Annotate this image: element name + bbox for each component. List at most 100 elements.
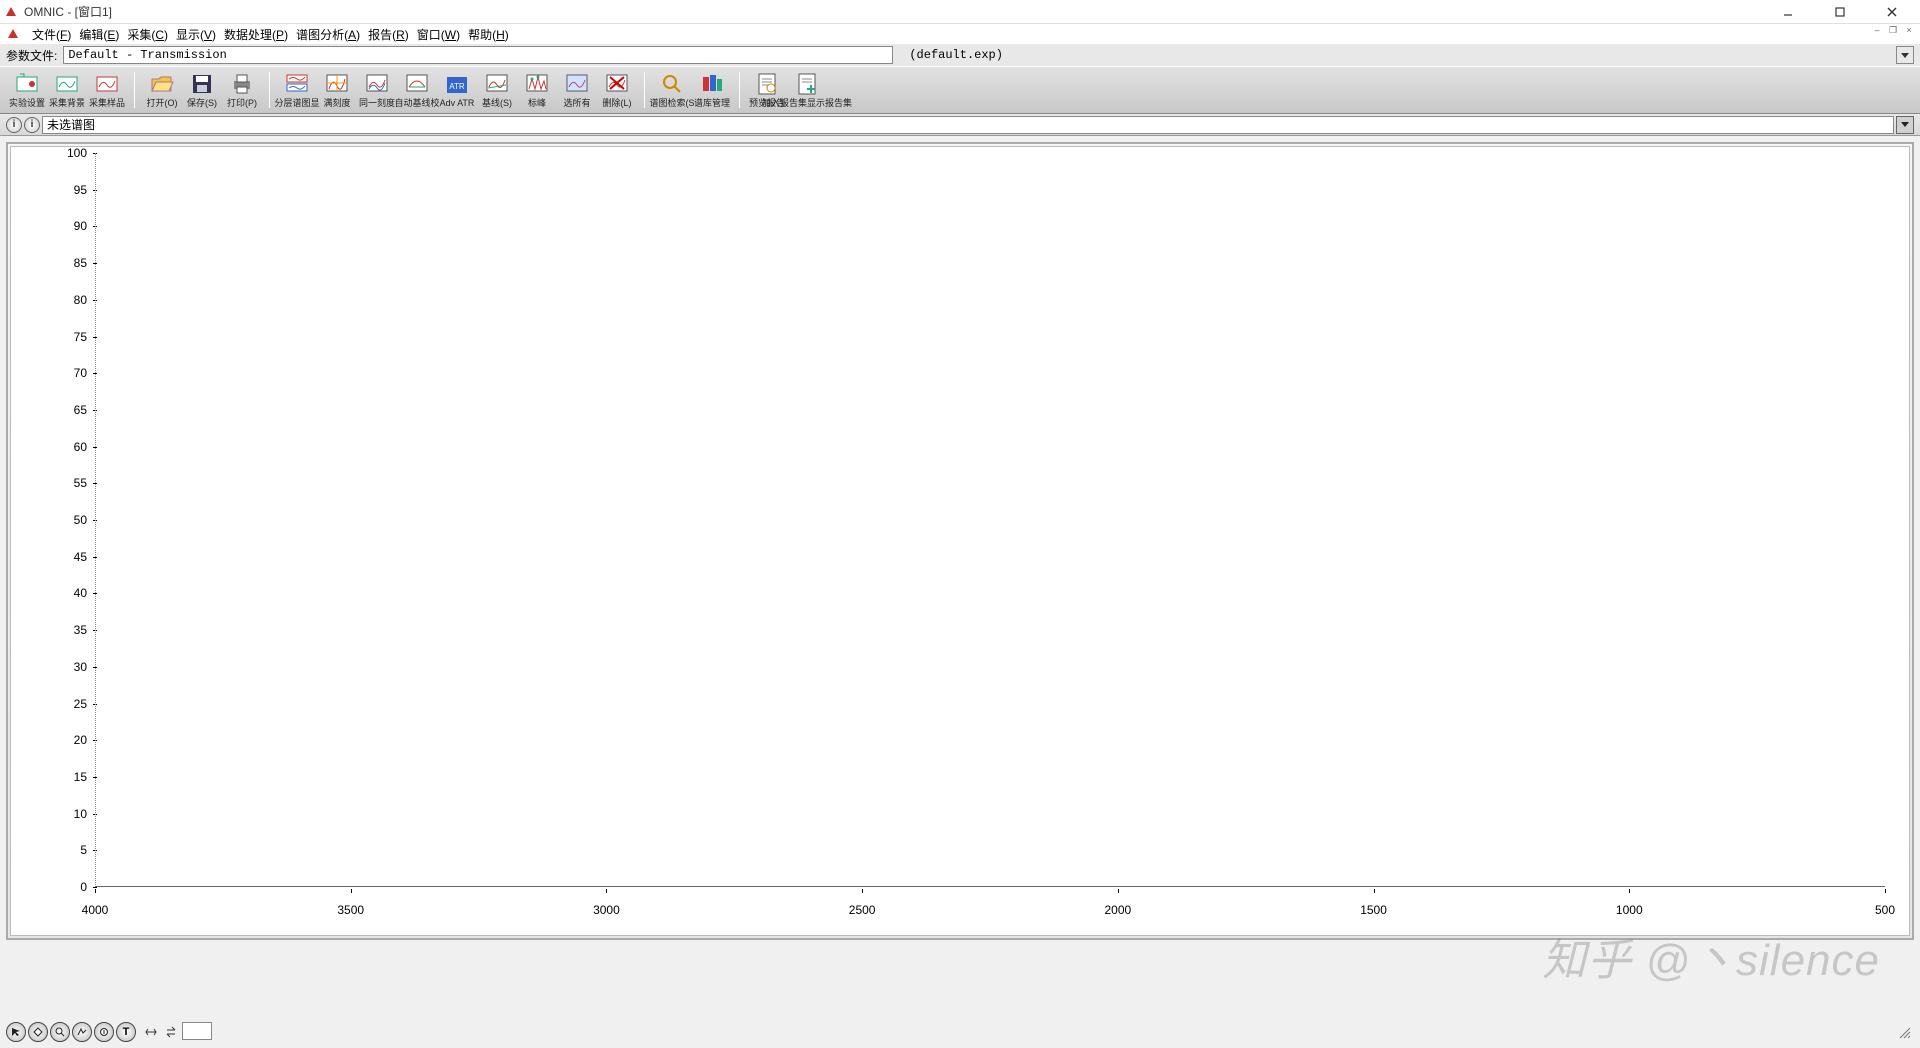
collect-background-icon <box>54 71 80 95</box>
range-swap[interactable] <box>162 1022 180 1042</box>
toolbar-separator <box>269 72 270 108</box>
common-scale-icon <box>364 71 390 95</box>
y-tick-mark <box>93 887 97 888</box>
open-button[interactable]: 打开(O) <box>143 69 181 111</box>
range-expand[interactable] <box>142 1022 160 1042</box>
y-tick-label: 75 <box>17 330 87 344</box>
menu-e[interactable]: 编辑(E) <box>75 26 123 44</box>
main-toolbar: 实验设置采集背景采集样品 打开(O) 保存(S) 打印(P) 分层谱图显满刻度同一刻度自… <box>0 66 1920 114</box>
select-all-icon <box>564 71 590 95</box>
menu-bar: 文件(F)编辑(E)采集(C)显示(V)数据处理(P)谱图分析(A)报告(R)窗… <box>0 24 1920 44</box>
menu-h[interactable]: 帮助(H) <box>464 26 513 44</box>
auto-baseline-button[interactable]: 自动基线校 <box>398 69 436 111</box>
mdi-restore[interactable]: ❐ <box>1886 24 1900 36</box>
menu-v[interactable]: 显示(V) <box>172 26 220 44</box>
save-button[interactable]: 保存(S) <box>183 69 221 111</box>
y-tick-label: 35 <box>17 623 87 637</box>
info-prev-button[interactable]: i <box>6 117 22 133</box>
menu-r[interactable]: 报告(R) <box>364 26 413 44</box>
resize-handle[interactable] <box>1896 1024 1916 1044</box>
y-tick-label: 50 <box>17 513 87 527</box>
range-value[interactable] <box>182 1022 212 1040</box>
text-tool[interactable]: T <box>116 1022 136 1042</box>
print-button[interactable]: 打印(P) <box>223 69 261 111</box>
x-tick-label: 500 <box>1875 903 1895 917</box>
adv-atr-button[interactable]: ATRAdv ATR <box>438 71 476 110</box>
experiment-setup-button[interactable]: 实验设置 <box>8 69 46 111</box>
menu-a[interactable]: 谱图分析(A) <box>292 26 364 44</box>
toolbar-label: 分层谱图显 <box>275 96 320 109</box>
spectrum-title-input[interactable] <box>42 116 1894 134</box>
toolbar-label: 谱库管理 <box>694 96 730 109</box>
toolbar-label: 保存(S) <box>187 96 217 109</box>
x-tick-label: 1500 <box>1360 903 1387 917</box>
x-tick-mark <box>1374 889 1375 893</box>
collect-background-button[interactable]: 采集背景 <box>48 69 86 111</box>
toolbar-label: 选所有 <box>563 96 590 109</box>
toolbar-label: 删除(L) <box>603 96 632 109</box>
stacked-overlay-button[interactable]: 分层谱图显 <box>278 69 316 111</box>
maximize-button[interactable] <box>1826 2 1854 22</box>
x-tick-mark <box>1629 889 1630 893</box>
region-tool[interactable] <box>28 1022 48 1042</box>
y-tick-label: 95 <box>17 183 87 197</box>
minimize-button[interactable] <box>1774 2 1802 22</box>
chart-frame: 0510152025303540455055606570758085909510… <box>6 142 1914 940</box>
y-tick-label: 85 <box>17 256 87 270</box>
annotation-tool[interactable] <box>94 1022 114 1042</box>
menu-p[interactable]: 数据处理(P) <box>220 26 292 44</box>
toolbar-label: 同一刻度 <box>359 96 395 109</box>
mdi-close[interactable]: × <box>1902 24 1916 36</box>
baseline-icon <box>484 71 510 95</box>
common-scale-button[interactable]: 同一刻度 <box>358 69 396 111</box>
toolbar-label: 实验设置 <box>9 96 45 109</box>
close-button[interactable] <box>1878 2 1906 22</box>
peak-tool[interactable] <box>72 1022 92 1042</box>
param-file-input[interactable] <box>63 46 893 64</box>
info-next-button[interactable]: i <box>24 117 40 133</box>
zoom-tool[interactable] <box>50 1022 70 1042</box>
library-manage-button[interactable]: 谱库管理 <box>693 69 731 111</box>
svg-text:ATR: ATR <box>449 82 465 91</box>
param-dropdown[interactable] <box>1896 46 1914 64</box>
toolbar-label: 采集背景 <box>49 96 85 109</box>
app-icon-small <box>6 27 20 41</box>
collect-sample-button[interactable]: 采集样品 <box>88 69 126 111</box>
auto-baseline-icon <box>404 71 430 95</box>
window-title: OMNIC - [窗口1] <box>24 3 112 20</box>
pointer-tool[interactable] <box>6 1022 26 1042</box>
spectrum-title-dropdown[interactable] <box>1896 116 1914 134</box>
experiment-setup-icon <box>14 71 40 95</box>
y-tick-label: 100 <box>17 146 87 160</box>
find-peaks-button[interactable]: 标峰 <box>518 69 556 111</box>
chevron-down-icon <box>1901 122 1909 127</box>
x-tick-mark <box>95 889 96 893</box>
full-scale-button[interactable]: 满刻度 <box>318 69 356 111</box>
y-tick-label: 10 <box>17 807 87 821</box>
x-axis: 4000350030002500200015001000500 <box>95 889 1885 935</box>
full-scale-icon <box>324 71 350 95</box>
y-tick-label: 15 <box>17 770 87 784</box>
select-all-button[interactable]: 选所有 <box>558 69 596 111</box>
exp-filename: (default.exp) <box>899 48 1890 62</box>
mdi-child-controls: – ❐ × <box>1870 24 1916 36</box>
baseline-button[interactable]: 基线(S) <box>478 69 516 111</box>
add-report-button[interactable]: 加入报告集显示报告集 <box>788 69 826 111</box>
delete-button[interactable]: 删除(L) <box>598 69 636 111</box>
menu-f[interactable]: 文件(F) <box>28 26 75 44</box>
x-tick-label: 3000 <box>593 903 620 917</box>
x-tick-mark <box>1885 889 1886 893</box>
menu-c[interactable]: 采集(C) <box>123 26 172 44</box>
toolbar-label: 采集样品 <box>89 96 125 109</box>
chevron-down-icon <box>1901 53 1909 58</box>
library-search-button[interactable]: 谱图检索(S <box>653 69 691 111</box>
toolbar-label: 打开(O) <box>147 96 178 109</box>
menu-w[interactable]: 窗口(W) <box>413 26 464 44</box>
toolbar-label: 打印(P) <box>227 96 257 109</box>
y-tick-label: 25 <box>17 697 87 711</box>
chart-canvas[interactable]: 0510152025303540455055606570758085909510… <box>10 146 1910 936</box>
mdi-minimize[interactable]: – <box>1870 24 1884 36</box>
y-axis: 0510152025303540455055606570758085909510… <box>11 153 93 887</box>
parameter-row: 参数文件: (default.exp) <box>0 44 1920 66</box>
find-peaks-icon <box>524 71 550 95</box>
